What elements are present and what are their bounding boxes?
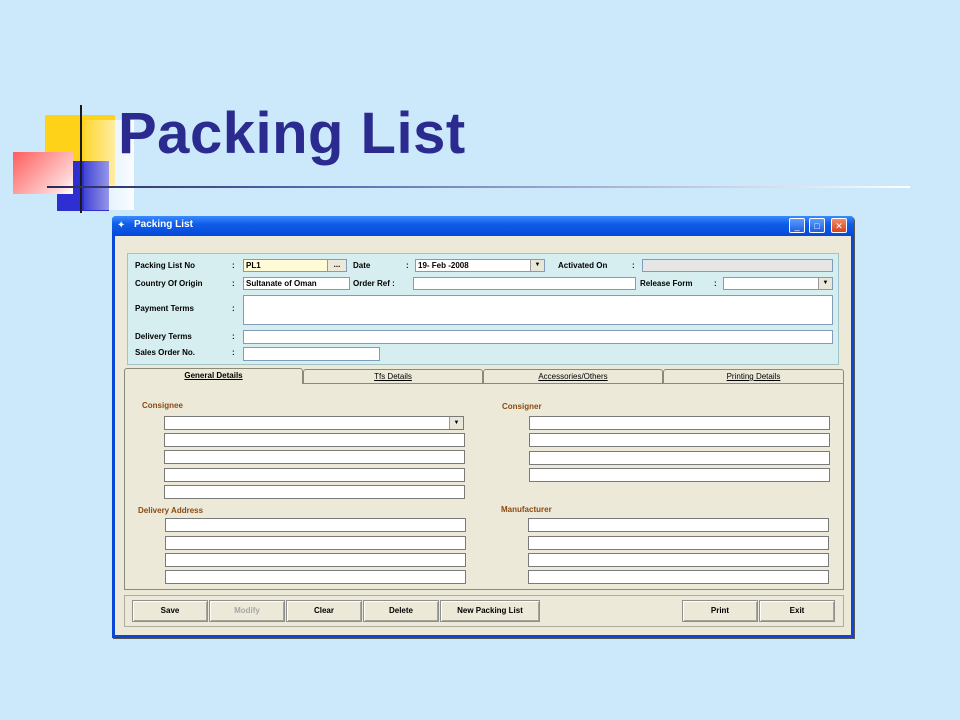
sales-order-no-field[interactable] [243, 347, 380, 361]
packing-list-no-label: Packing List No [135, 261, 196, 270]
country-of-origin-field[interactable]: Sultanate of Oman [243, 277, 350, 290]
general-details-panel: Consignee ▼ Consigner Delivery Address M… [124, 383, 844, 590]
packing-list-no-field[interactable]: PL1 ... [243, 259, 347, 272]
slide-title: Packing List [118, 101, 466, 166]
print-button[interactable]: Print [682, 600, 758, 622]
order-ref-label: Order Ref : [353, 279, 395, 288]
window-title: Packing List [134, 219, 193, 230]
tab-strip: General Details Tfs Details Accessories/… [124, 368, 844, 384]
consignee-select[interactable]: ▼ [164, 416, 464, 430]
colon: : [232, 332, 235, 341]
date-value: 19- Feb -2008 [418, 261, 469, 270]
decoration-horizontal-line [47, 186, 910, 188]
consignee-address-line-1[interactable] [164, 433, 465, 447]
consignee-address-line-3[interactable] [164, 468, 465, 482]
decoration-vertical-line [80, 105, 82, 213]
chevron-down-icon[interactable]: ▼ [530, 260, 544, 271]
colon: : [406, 261, 409, 270]
new-packing-list-button[interactable]: New Packing List [440, 600, 540, 622]
packing-list-window: ✦ Packing List _ □ ✕ Packing List No : P… [112, 216, 854, 638]
window-client-area: Packing List No : PL1 ... Date : 19- Feb… [115, 236, 851, 635]
save-button[interactable]: Save [132, 600, 208, 622]
tab-label: Tfs Details [374, 372, 412, 381]
colon: : [232, 304, 235, 313]
release-form-select[interactable]: ▼ [723, 277, 833, 290]
chevron-down-icon[interactable]: ▼ [818, 278, 832, 289]
tab-accessories-others[interactable]: Accessories/Others [483, 369, 663, 383]
release-form-label: Release Form [640, 279, 693, 288]
delivery-address-line-2[interactable] [165, 536, 466, 550]
colon: : [714, 279, 717, 288]
consigner-line-2[interactable] [529, 433, 830, 447]
colon: : [232, 348, 235, 357]
delivery-address-line-4[interactable] [165, 570, 466, 584]
tab-general-details[interactable]: General Details [124, 368, 303, 384]
manufacturer-line-1[interactable] [528, 518, 829, 532]
tab-label: General Details [184, 371, 243, 380]
consigner-line-3[interactable] [529, 451, 830, 465]
modify-button[interactable]: Modify [209, 600, 285, 622]
action-button-bar: Save Modify Clear Delete New Packing Lis… [124, 595, 844, 627]
consignee-label: Consignee [142, 401, 183, 410]
clear-button[interactable]: Clear [286, 600, 362, 622]
date-picker[interactable]: 19- Feb -2008 ▼ [415, 259, 545, 272]
minimize-button[interactable]: _ [789, 218, 805, 233]
delivery-address-line-1[interactable] [165, 518, 466, 532]
country-of-origin-label: Country Of Origin [135, 279, 203, 288]
close-button[interactable]: ✕ [831, 218, 847, 233]
header-form: Packing List No : PL1 ... Date : 19- Feb… [127, 253, 839, 365]
app-icon: ✦ [117, 220, 126, 231]
consigner-line-4[interactable] [529, 468, 830, 482]
manufacturer-label: Manufacturer [501, 505, 552, 514]
payment-terms-label: Payment Terms [135, 304, 194, 313]
consigner-label: Consigner [502, 402, 542, 411]
colon: : [632, 261, 635, 270]
tab-label: Accessories/Others [538, 372, 608, 381]
delivery-address-line-3[interactable] [165, 553, 466, 567]
delivery-terms-label: Delivery Terms [135, 332, 192, 341]
tab-tfs-details[interactable]: Tfs Details [303, 369, 483, 383]
consignee-address-line-4[interactable] [164, 485, 465, 499]
date-label: Date [353, 261, 371, 270]
activated-on-label: Activated On [558, 261, 608, 270]
colon: : [232, 261, 235, 270]
tab-label: Printing Details [726, 372, 781, 381]
manufacturer-line-3[interactable] [528, 553, 829, 567]
maximize-button[interactable]: □ [809, 218, 825, 233]
chevron-down-icon[interactable]: ▼ [449, 417, 463, 429]
delivery-terms-field[interactable] [243, 330, 833, 344]
order-ref-field[interactable] [413, 277, 636, 290]
lookup-button[interactable]: ... [327, 260, 346, 271]
manufacturer-line-4[interactable] [528, 570, 829, 584]
window-titlebar[interactable]: ✦ Packing List _ □ ✕ [112, 216, 854, 236]
delivery-address-label: Delivery Address [138, 506, 204, 515]
tab-printing-details[interactable]: Printing Details [663, 369, 844, 383]
consignee-address-line-2[interactable] [164, 450, 465, 464]
activated-on-field [642, 259, 833, 272]
payment-terms-field[interactable] [243, 295, 833, 325]
manufacturer-line-2[interactable] [528, 536, 829, 550]
sales-order-no-label: Sales Order No. [135, 348, 196, 357]
packing-list-no-value: PL1 [246, 261, 261, 270]
colon: : [232, 279, 235, 288]
delete-button[interactable]: Delete [363, 600, 439, 622]
consigner-line-1[interactable] [529, 416, 830, 430]
exit-button[interactable]: Exit [759, 600, 835, 622]
